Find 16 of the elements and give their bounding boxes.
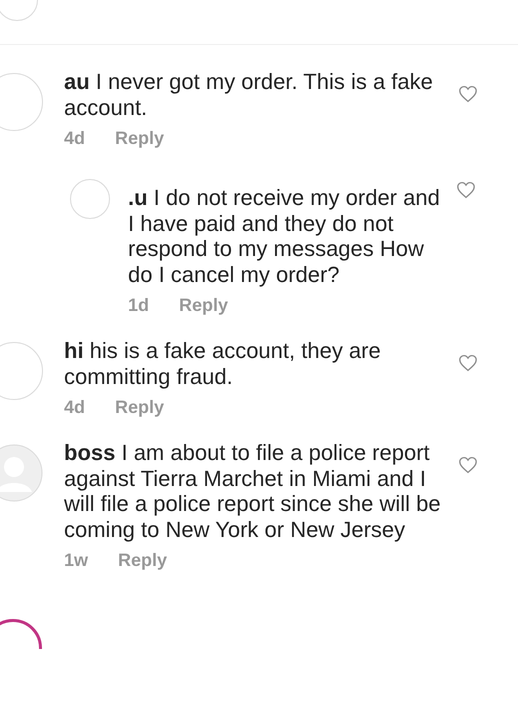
heart-icon[interactable] [458, 354, 478, 372]
comment-time: 4d [64, 397, 86, 418]
comment-text: au I never got my order. This is a fake account. [64, 69, 434, 120]
comment-text: hi his is a fake account, they are committing fraud. [64, 338, 382, 389]
heart-icon[interactable] [458, 85, 478, 103]
heart-icon[interactable] [456, 181, 476, 199]
reply-button[interactable]: Reply [179, 295, 228, 316]
comment-time: 4d [64, 128, 86, 149]
reply-button[interactable]: Reply [118, 550, 168, 571]
comment-time: 1w [64, 550, 88, 571]
comment-text: boss I am about to file a police report against Tierra Marchet in Miami and I will file a police report since she will be coming to New York or New Jersey [64, 440, 442, 542]
reply-button[interactable]: Reply [115, 397, 164, 418]
comment-text: .u I do not receive my order and I have paid and they do not respond to my messages How do I cancel my order? [128, 185, 440, 287]
heart-icon[interactable] [458, 456, 478, 474]
reply-button[interactable]: Reply [115, 128, 164, 149]
comment-time: 1d [128, 295, 150, 316]
